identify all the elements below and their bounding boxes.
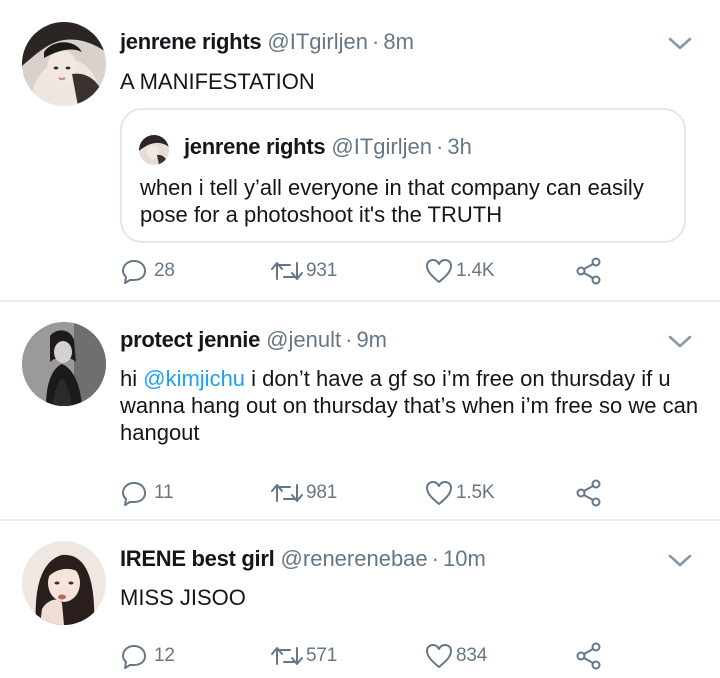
share-icon bbox=[574, 256, 604, 286]
avatar[interactable] bbox=[22, 22, 106, 106]
like-button[interactable]: 1.4K bbox=[424, 256, 494, 286]
display-name[interactable]: IRENE best girl bbox=[120, 546, 275, 571]
separator: · bbox=[345, 327, 353, 352]
share-icon bbox=[574, 641, 604, 671]
mention-link[interactable]: @kimjichu bbox=[143, 366, 245, 391]
avatar[interactable] bbox=[22, 322, 106, 406]
reply-button[interactable]: 28 bbox=[120, 256, 175, 286]
avatar[interactable] bbox=[22, 541, 106, 625]
tweet[interactable]: protect jennie @jenult · 9m hi @kimjichu i… bbox=[0, 302, 720, 519]
retweet-icon bbox=[270, 642, 304, 670]
reply-button[interactable]: 12 bbox=[120, 641, 175, 671]
like-button[interactable]: 1.5K bbox=[424, 478, 494, 508]
timestamp[interactable]: 8m bbox=[383, 29, 414, 54]
share-button[interactable] bbox=[574, 256, 604, 286]
quoted-avatar bbox=[139, 135, 169, 165]
display-name[interactable]: jenrene rights bbox=[120, 29, 262, 54]
retweet-count: 571 bbox=[306, 645, 338, 666]
separator: · bbox=[436, 134, 444, 159]
reply-count: 11 bbox=[154, 482, 174, 503]
timestamp[interactable]: 10m bbox=[443, 546, 486, 571]
reply-button[interactable]: 11 bbox=[120, 478, 174, 508]
timestamp[interactable]: 9m bbox=[356, 327, 387, 352]
retweet-icon bbox=[270, 479, 304, 507]
username[interactable]: @renerenebae bbox=[281, 546, 428, 571]
share-icon bbox=[574, 478, 604, 508]
reply-count: 12 bbox=[154, 645, 175, 666]
reply-icon bbox=[120, 479, 148, 507]
like-count: 1.4K bbox=[456, 260, 495, 281]
action-bar: 28 931 1.4K bbox=[120, 256, 620, 286]
tweet-header: IRENE best girl @renerenebae · 10m bbox=[120, 545, 486, 573]
action-bar: 12 571 834 bbox=[120, 641, 620, 671]
separator: · bbox=[372, 29, 380, 54]
tweet[interactable]: IRENE best girl @renerenebae · 10m MISS JI… bbox=[0, 521, 720, 678]
heart-icon bbox=[424, 257, 454, 285]
display-name[interactable]: protect jennie bbox=[120, 327, 260, 352]
tweet-text: MISS JISOO bbox=[120, 585, 246, 610]
retweet-icon bbox=[270, 257, 304, 285]
tweet-text: hi @kimjichu i don’t have a gf so i’m fr… bbox=[120, 365, 700, 446]
quoted-timestamp: 3h bbox=[447, 134, 472, 159]
share-button[interactable] bbox=[574, 478, 604, 508]
quoted-display-name: jenrene rights bbox=[184, 134, 326, 159]
share-button[interactable] bbox=[574, 641, 604, 671]
reply-count: 28 bbox=[154, 260, 175, 281]
tweet-header: protect jennie @jenult · 9m bbox=[120, 326, 387, 354]
tweet[interactable]: jenrene rights @ITgirljen · 8m A MANIFESTA… bbox=[0, 0, 720, 300]
quoted-header: jenrene rights @ITgirljen · 3h bbox=[184, 133, 472, 161]
heart-icon bbox=[424, 642, 454, 670]
chevron-down-icon[interactable] bbox=[666, 332, 694, 352]
like-button[interactable]: 834 bbox=[424, 641, 487, 671]
username[interactable]: @ITgirljen bbox=[267, 29, 368, 54]
reply-icon bbox=[120, 642, 148, 670]
quoted-tweet[interactable]: jenrene rights @ITgirljen · 3h when i tell… bbox=[120, 108, 686, 243]
like-count: 834 bbox=[456, 645, 488, 666]
quoted-username: @ITgirljen bbox=[331, 134, 433, 159]
tweet-text-part: hi bbox=[120, 366, 144, 391]
reply-icon bbox=[120, 257, 148, 285]
retweet-count: 981 bbox=[306, 482, 338, 503]
like-count: 1.5K bbox=[456, 482, 495, 503]
retweet-button[interactable]: 981 bbox=[270, 478, 337, 508]
retweet-button[interactable]: 931 bbox=[270, 256, 337, 286]
timeline: jenrene rights @ITgirljen · 8m A MANIFESTA… bbox=[0, 0, 720, 678]
quoted-text: when i tell y’all everyone in that compa… bbox=[140, 175, 644, 227]
heart-icon bbox=[424, 479, 454, 507]
username[interactable]: @jenult bbox=[266, 327, 341, 352]
chevron-down-icon[interactable] bbox=[666, 551, 694, 571]
action-bar: 11 981 1.5K bbox=[120, 478, 620, 508]
chevron-down-icon[interactable] bbox=[666, 34, 694, 54]
tweet-header: jenrene rights @ITgirljen · 8m bbox=[120, 28, 414, 56]
retweet-count: 931 bbox=[306, 260, 338, 281]
retweet-button[interactable]: 571 bbox=[270, 641, 337, 671]
separator: · bbox=[431, 546, 439, 571]
tweet-text: A MANIFESTATION bbox=[120, 69, 315, 94]
